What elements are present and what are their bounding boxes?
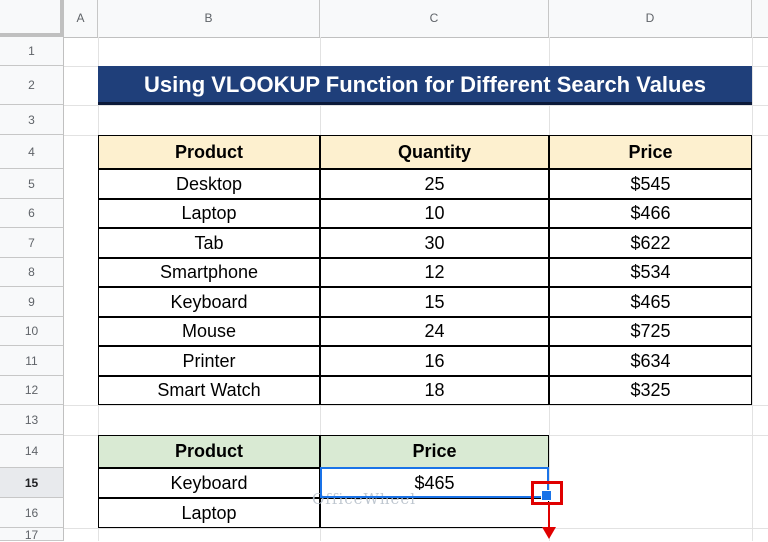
table1-cell[interactable]: Tab xyxy=(98,228,320,258)
table1-header-price[interactable]: Price xyxy=(549,135,752,169)
table1-cell[interactable]: $465 xyxy=(549,287,752,317)
select-all-corner[interactable] xyxy=(0,0,64,37)
gridline xyxy=(64,528,768,529)
column-header-a[interactable]: A xyxy=(64,0,98,37)
row-header-14[interactable]: 14 xyxy=(0,435,64,468)
row-header-3[interactable]: 3 xyxy=(0,105,64,135)
table1-cell[interactable]: 10 xyxy=(320,199,549,228)
table1-cell[interactable]: Keyboard xyxy=(98,287,320,317)
title-banner: Using VLOOKUP Function for Different Sea… xyxy=(98,66,752,105)
table1-cell[interactable]: 16 xyxy=(320,346,549,376)
table1-cell[interactable]: 30 xyxy=(320,228,549,258)
row-header-10[interactable]: 10 xyxy=(0,317,64,346)
table1-cell[interactable]: $725 xyxy=(549,317,752,346)
table2-header-product[interactable]: Product xyxy=(98,435,320,468)
gridline xyxy=(64,105,768,106)
row-header-12[interactable]: 12 xyxy=(0,376,64,405)
annotation-arrow-shaft xyxy=(548,505,550,529)
table1-header-quantity[interactable]: Quantity xyxy=(320,135,549,169)
active-cell-selection xyxy=(320,467,549,498)
table1-cell[interactable]: $466 xyxy=(549,199,752,228)
table1-cell[interactable]: $545 xyxy=(549,169,752,199)
row-header-6[interactable]: 6 xyxy=(0,199,64,228)
row-header-8[interactable]: 8 xyxy=(0,258,64,287)
table1-cell[interactable]: 24 xyxy=(320,317,549,346)
table1-header-product[interactable]: Product xyxy=(98,135,320,169)
table1-cell[interactable]: Smartphone xyxy=(98,258,320,287)
table1-cell[interactable]: $325 xyxy=(549,376,752,405)
table1-cell[interactable]: $634 xyxy=(549,346,752,376)
gridline xyxy=(64,405,768,406)
table1-cell[interactable]: 15 xyxy=(320,287,549,317)
annotation-highlight-box xyxy=(531,481,563,505)
table2-cell[interactable]: Laptop xyxy=(98,498,320,528)
row-header-1[interactable]: 1 xyxy=(0,37,64,66)
spreadsheet-grid: A B C D 1 2 3 4 5 6 7 8 9 10 11 12 13 14… xyxy=(0,0,768,542)
table1-cell[interactable]: 25 xyxy=(320,169,549,199)
table1-cell[interactable]: $534 xyxy=(549,258,752,287)
table1-cell[interactable]: 18 xyxy=(320,376,549,405)
column-header-c[interactable]: C xyxy=(320,0,549,37)
table1-cell[interactable]: $622 xyxy=(549,228,752,258)
table2-header-price[interactable]: Price xyxy=(320,435,549,468)
table1-cell[interactable]: Smart Watch xyxy=(98,376,320,405)
table1-cell[interactable]: Mouse xyxy=(98,317,320,346)
column-header-b[interactable]: B xyxy=(98,0,320,37)
row-header-5[interactable]: 5 xyxy=(0,169,64,199)
row-header-15[interactable]: 15 xyxy=(0,468,64,498)
table1-cell[interactable]: Desktop xyxy=(98,169,320,199)
column-header-d[interactable]: D xyxy=(549,0,752,37)
gridline xyxy=(752,37,753,541)
row-header-17[interactable]: 17 xyxy=(0,528,64,542)
row-header-2[interactable]: 2 xyxy=(0,66,64,105)
annotation-arrow-down-icon xyxy=(542,527,556,539)
table1-cell[interactable]: Printer xyxy=(98,346,320,376)
row-header-16[interactable]: 16 xyxy=(0,498,64,528)
row-header-11[interactable]: 11 xyxy=(0,346,64,376)
row-header-4[interactable]: 4 xyxy=(0,135,64,169)
table1-cell[interactable]: Laptop xyxy=(98,199,320,228)
row-header-9[interactable]: 9 xyxy=(0,287,64,317)
table2-cell[interactable]: Keyboard xyxy=(98,468,320,498)
row-header-13[interactable]: 13 xyxy=(0,405,64,435)
table1-cell[interactable]: 12 xyxy=(320,258,549,287)
row-header-7[interactable]: 7 xyxy=(0,228,64,258)
